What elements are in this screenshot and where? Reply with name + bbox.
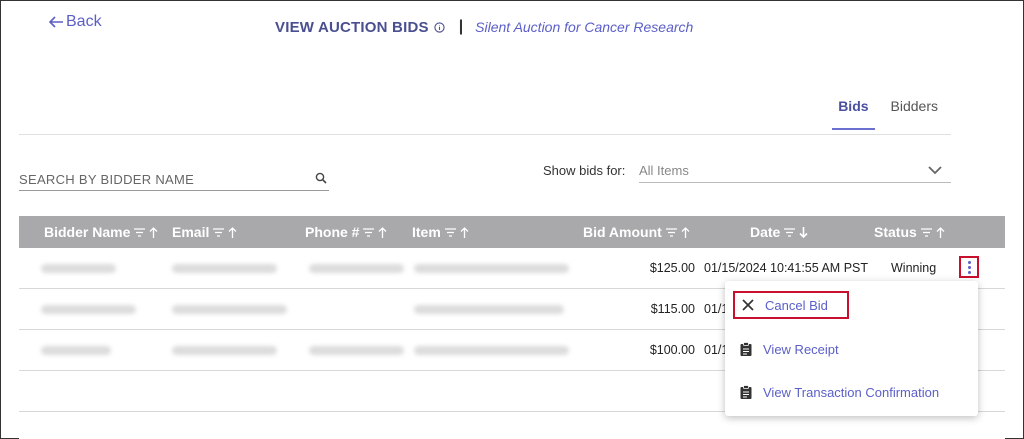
menu-item-label: View Receipt (763, 341, 839, 357)
sort-up-icon[interactable] (681, 226, 690, 238)
row-actions-kebab-button[interactable] (959, 256, 979, 278)
bid-amount: $125.00 (649, 261, 695, 275)
bid-amount: $115.00 (650, 302, 695, 316)
item-filter-select[interactable]: All Items (639, 159, 951, 183)
tabs-divider (19, 134, 951, 135)
tab-bids[interactable]: Bids (832, 98, 875, 130)
redacted-email (172, 346, 277, 355)
chevron-down-icon (928, 166, 942, 175)
tab-bar: Bids Bidders (822, 98, 944, 130)
redacted-phone (309, 264, 404, 273)
menu-item-label: Cancel Bid (765, 297, 828, 313)
redacted-item (414, 264, 569, 273)
search-icon[interactable] (315, 172, 327, 184)
kebab-dot (967, 265, 971, 269)
sort-down-icon[interactable] (799, 226, 808, 238)
search-field (19, 168, 329, 191)
bid-amount: $100.00 (649, 343, 695, 357)
clipboard-icon (740, 342, 752, 356)
filter-icon[interactable] (920, 227, 932, 237)
auction-subtitle: Silent Auction for Cancer Research (475, 19, 694, 35)
kebab-dot (967, 260, 971, 264)
redacted-email (172, 264, 277, 273)
table-row-empty (19, 412, 1005, 439)
column-label: Bid Amount (583, 224, 662, 240)
kebab-dot (967, 270, 971, 274)
sort-up-icon[interactable] (149, 226, 158, 238)
menu-item-cancel-bid[interactable]: Cancel Bid (733, 291, 849, 319)
redacted-phone (309, 346, 404, 355)
redacted-bidder-name (41, 264, 116, 273)
sort-up-icon[interactable] (378, 226, 387, 238)
menu-item-label: View Transaction Confirmation (763, 384, 940, 400)
title-separator: | (458, 18, 464, 35)
show-bids-label: Show bids for: (543, 163, 626, 178)
column-header-bidder-name[interactable]: Bidder Name (44, 224, 158, 240)
clipboard-icon (740, 385, 752, 399)
row-actions-menu: Cancel Bid View Receipt View Transaction… (725, 281, 978, 416)
filter-icon[interactable] (213, 227, 225, 237)
close-icon (742, 299, 754, 311)
redacted-bidder-name (41, 305, 136, 314)
redacted-email (172, 305, 287, 314)
filter-icon[interactable] (784, 227, 796, 237)
column-label: Date (750, 224, 781, 240)
arrow-left-icon (48, 16, 63, 28)
info-icon[interactable] (434, 21, 445, 33)
redacted-item (414, 305, 564, 314)
back-link[interactable]: Back (48, 13, 102, 31)
table-header: Bidder Name Email Phone # Item Bid Amoun… (19, 216, 1005, 248)
sort-up-icon[interactable] (228, 226, 237, 238)
column-header-date[interactable]: Date (750, 224, 808, 240)
column-label: Phone # (305, 224, 360, 240)
filter-icon[interactable] (134, 227, 146, 237)
filter-icon[interactable] (665, 227, 677, 237)
menu-item-view-receipt[interactable]: View Receipt (733, 335, 839, 363)
sort-up-icon[interactable] (460, 226, 469, 238)
sort-up-icon[interactable] (936, 226, 945, 238)
filter-icon[interactable] (444, 227, 456, 237)
search-input[interactable] (19, 168, 299, 190)
column-header-status[interactable]: Status (874, 224, 945, 240)
column-label: Status (874, 224, 917, 240)
back-label: Back (66, 13, 102, 30)
redacted-bidder-name (41, 346, 111, 355)
column-label: Email (172, 224, 210, 240)
filter-icon[interactable] (363, 227, 375, 237)
redacted-item (414, 346, 569, 355)
title-row: VIEW AUCTION BIDS | Silent Auction for C… (275, 18, 693, 36)
column-label: Bidder Name (44, 224, 131, 240)
column-header-phone[interactable]: Phone # (305, 224, 387, 240)
tab-bidders[interactable]: Bidders (885, 98, 944, 130)
item-filter-value: All Items (639, 163, 689, 178)
bid-status: Winning (891, 261, 937, 275)
menu-item-view-transaction-confirmation[interactable]: View Transaction Confirmation (733, 378, 939, 406)
bid-date: 01/15/2024 10:41:55 AM PST (704, 261, 869, 275)
column-label: Item (412, 224, 441, 240)
page-title: VIEW AUCTION BIDS (275, 18, 429, 36)
column-header-item[interactable]: Item (412, 224, 469, 240)
column-header-bid-amount[interactable]: Bid Amount (583, 224, 690, 240)
column-header-email[interactable]: Email (172, 224, 237, 240)
